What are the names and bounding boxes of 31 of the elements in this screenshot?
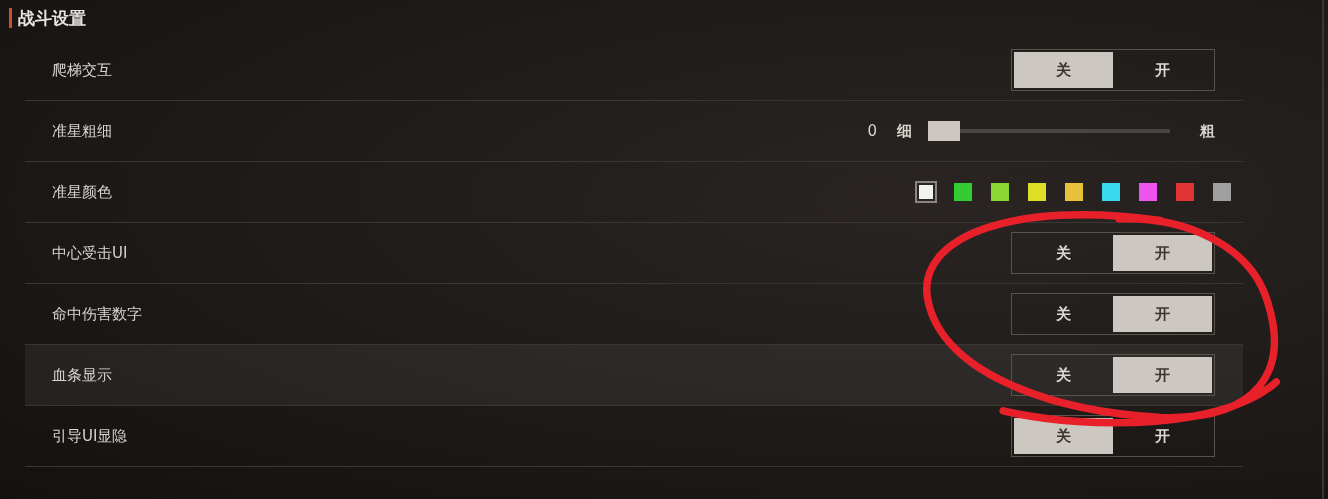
setting-label: 准星粗细 [52,121,112,141]
color-swatch[interactable] [1102,183,1120,201]
section-title: 战斗设置 [18,6,86,30]
color-swatch[interactable] [1028,183,1046,201]
color-swatch[interactable] [991,183,1009,201]
toggle-option[interactable]: 开 [1113,418,1212,454]
color-swatch[interactable] [1213,183,1231,201]
toggle-option[interactable]: 开 [1113,357,1212,393]
slider-min-label: 细 [897,121,912,141]
color-swatch[interactable] [1176,183,1194,201]
toggle-option[interactable]: 关 [1014,52,1113,88]
color-swatch[interactable] [954,183,972,201]
setting-label: 血条显示 [52,365,112,385]
slider-thumb[interactable] [928,121,960,141]
toggle-option[interactable]: 开 [1113,235,1212,271]
setting-label: 爬梯交互 [52,60,112,80]
slider-max-label: 粗 [1200,121,1215,141]
title-accent-bar [9,8,12,28]
setting-label: 命中伤害数字 [52,304,142,324]
toggle-option[interactable]: 关 [1014,357,1113,393]
setting-label: 准星颜色 [52,182,112,202]
setting-label: 中心受击UI [52,243,128,263]
toggle-option[interactable]: 开 [1113,296,1212,332]
toggle-option[interactable]: 关 [1014,296,1113,332]
toggle-option[interactable]: 关 [1014,235,1113,271]
setting-label: 引导UI显隐 [52,426,128,446]
color-swatch[interactable] [1065,183,1083,201]
color-swatch[interactable] [1139,183,1157,201]
color-swatch[interactable] [917,183,935,201]
toggle-option[interactable]: 开 [1113,52,1212,88]
slider-value: 0 [867,122,877,140]
